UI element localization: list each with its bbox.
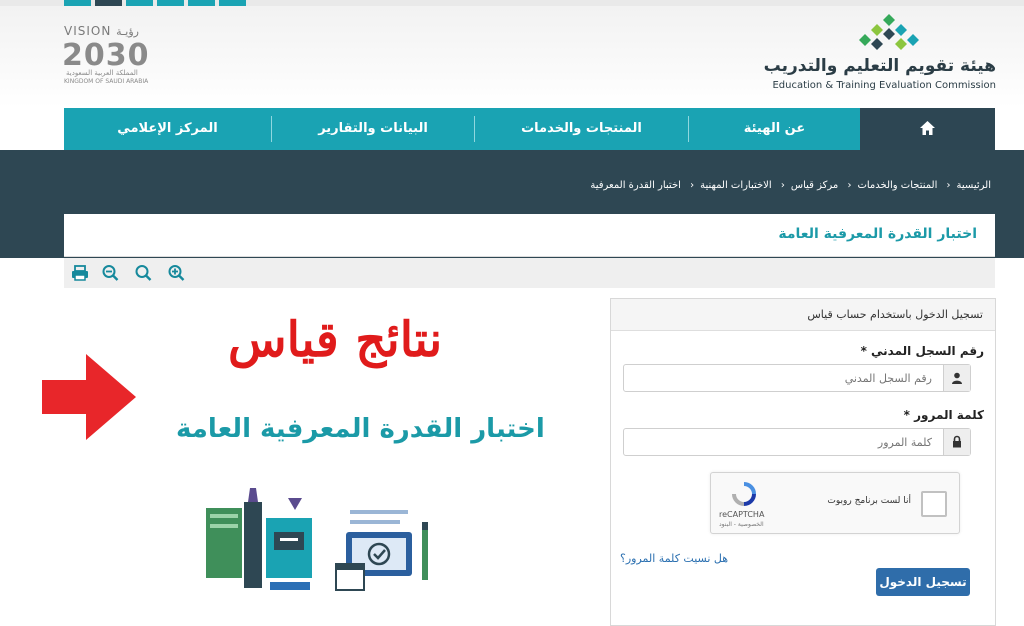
chevron-left-icon: ‹ xyxy=(690,180,695,191)
print-icon[interactable] xyxy=(70,264,90,282)
vision-logo-label-en: VISION xyxy=(64,24,112,38)
national-id-label: رقم السجل المدني * xyxy=(860,344,984,358)
breadcrumb-qiyas[interactable]: مركز قياس xyxy=(791,180,838,191)
books-illustration-icon xyxy=(206,488,428,591)
login-button[interactable]: تسجيل الدخول xyxy=(876,568,970,596)
lock-icon xyxy=(943,429,970,455)
login-panel-title: تسجيل الدخول باستخدام حساب قياس xyxy=(807,308,983,321)
org-name-arabic: هيئة تقويم التعليم والتدريب xyxy=(763,56,996,76)
chevron-left-icon: ‹ xyxy=(847,180,852,191)
vision-logo-country-ar: المملكة العربية السعودية xyxy=(66,69,138,77)
breadcrumb-products[interactable]: المنتجات والخدمات xyxy=(857,180,937,191)
home-icon xyxy=(920,121,935,135)
org-name-english: Education & Training Evaluation Commissi… xyxy=(772,80,996,91)
password-input[interactable] xyxy=(630,432,934,452)
banner-subtitle: اختبار القدرة المعرفية العامة xyxy=(176,414,545,444)
chevron-left-icon: ‹ xyxy=(946,180,951,191)
vision-logo-year: 2030 xyxy=(62,38,150,73)
user-icon xyxy=(943,365,970,391)
red-arrow-icon xyxy=(42,354,136,440)
breadcrumb: الرئيسية‹ المنتجات والخدمات‹ مركز قياس‹ … xyxy=(587,180,994,191)
nav-item-data-reports[interactable]: البيانات والتقارير xyxy=(272,108,474,150)
main-nav: المركز الإعلامي البيانات والتقارير المنت… xyxy=(64,108,995,150)
recaptcha-brand: reCAPTCHA xyxy=(719,510,765,519)
vision-logo-label-ar: رؤيـة xyxy=(116,25,139,38)
breadcrumb-professional-tests[interactable]: الاختبارات المهنية xyxy=(700,180,772,191)
breadcrumb-home[interactable]: الرئيسية xyxy=(957,180,991,191)
breadcrumb-current: اختبار القدرة المعرفية xyxy=(590,180,681,191)
nav-item-products-services[interactable]: المنتجات والخدمات xyxy=(475,108,688,150)
recaptcha-widget: أنا لست برنامج روبوت reCAPTCHA الخصوصية … xyxy=(710,472,960,534)
vision-logo-label: VISION رؤيـة xyxy=(64,24,139,38)
zoom-reset-icon[interactable] xyxy=(134,264,154,282)
recaptcha-links[interactable]: الخصوصية - البنود xyxy=(719,521,764,528)
chevron-left-icon: ‹ xyxy=(780,180,785,191)
banner-headline: نتائج قياس xyxy=(228,312,443,368)
forgot-password-link[interactable]: هل نسيت كلمة المرور؟ xyxy=(620,552,728,565)
vision-logo-country-en: KINGDOM OF SAUDI ARABIA xyxy=(64,78,149,85)
national-id-input[interactable] xyxy=(630,368,934,388)
nav-item-media-center[interactable]: المركز الإعلامي xyxy=(64,108,271,150)
password-label: كلمة المرور * xyxy=(903,408,984,422)
national-id-field[interactable] xyxy=(623,364,971,392)
page-title: اختبار القدرة المعرفية العامة xyxy=(778,226,977,242)
etec-logo-icon[interactable] xyxy=(858,12,920,54)
recaptcha-logo-icon xyxy=(732,482,756,506)
login-panel-header: تسجيل الدخول باستخدام حساب قياس xyxy=(611,299,995,331)
page-title-box: اختبار القدرة المعرفية العامة xyxy=(64,214,995,257)
nav-home-button[interactable] xyxy=(860,108,995,150)
recaptcha-text: أنا لست برنامج روبوت xyxy=(827,496,911,506)
nav-item-about[interactable]: عن الهيئة xyxy=(689,108,860,150)
zoom-out-icon[interactable] xyxy=(101,264,121,282)
password-field[interactable] xyxy=(623,428,971,456)
content-toolbar xyxy=(64,258,995,288)
zoom-in-icon[interactable] xyxy=(167,264,187,282)
recaptcha-checkbox[interactable] xyxy=(921,491,947,517)
